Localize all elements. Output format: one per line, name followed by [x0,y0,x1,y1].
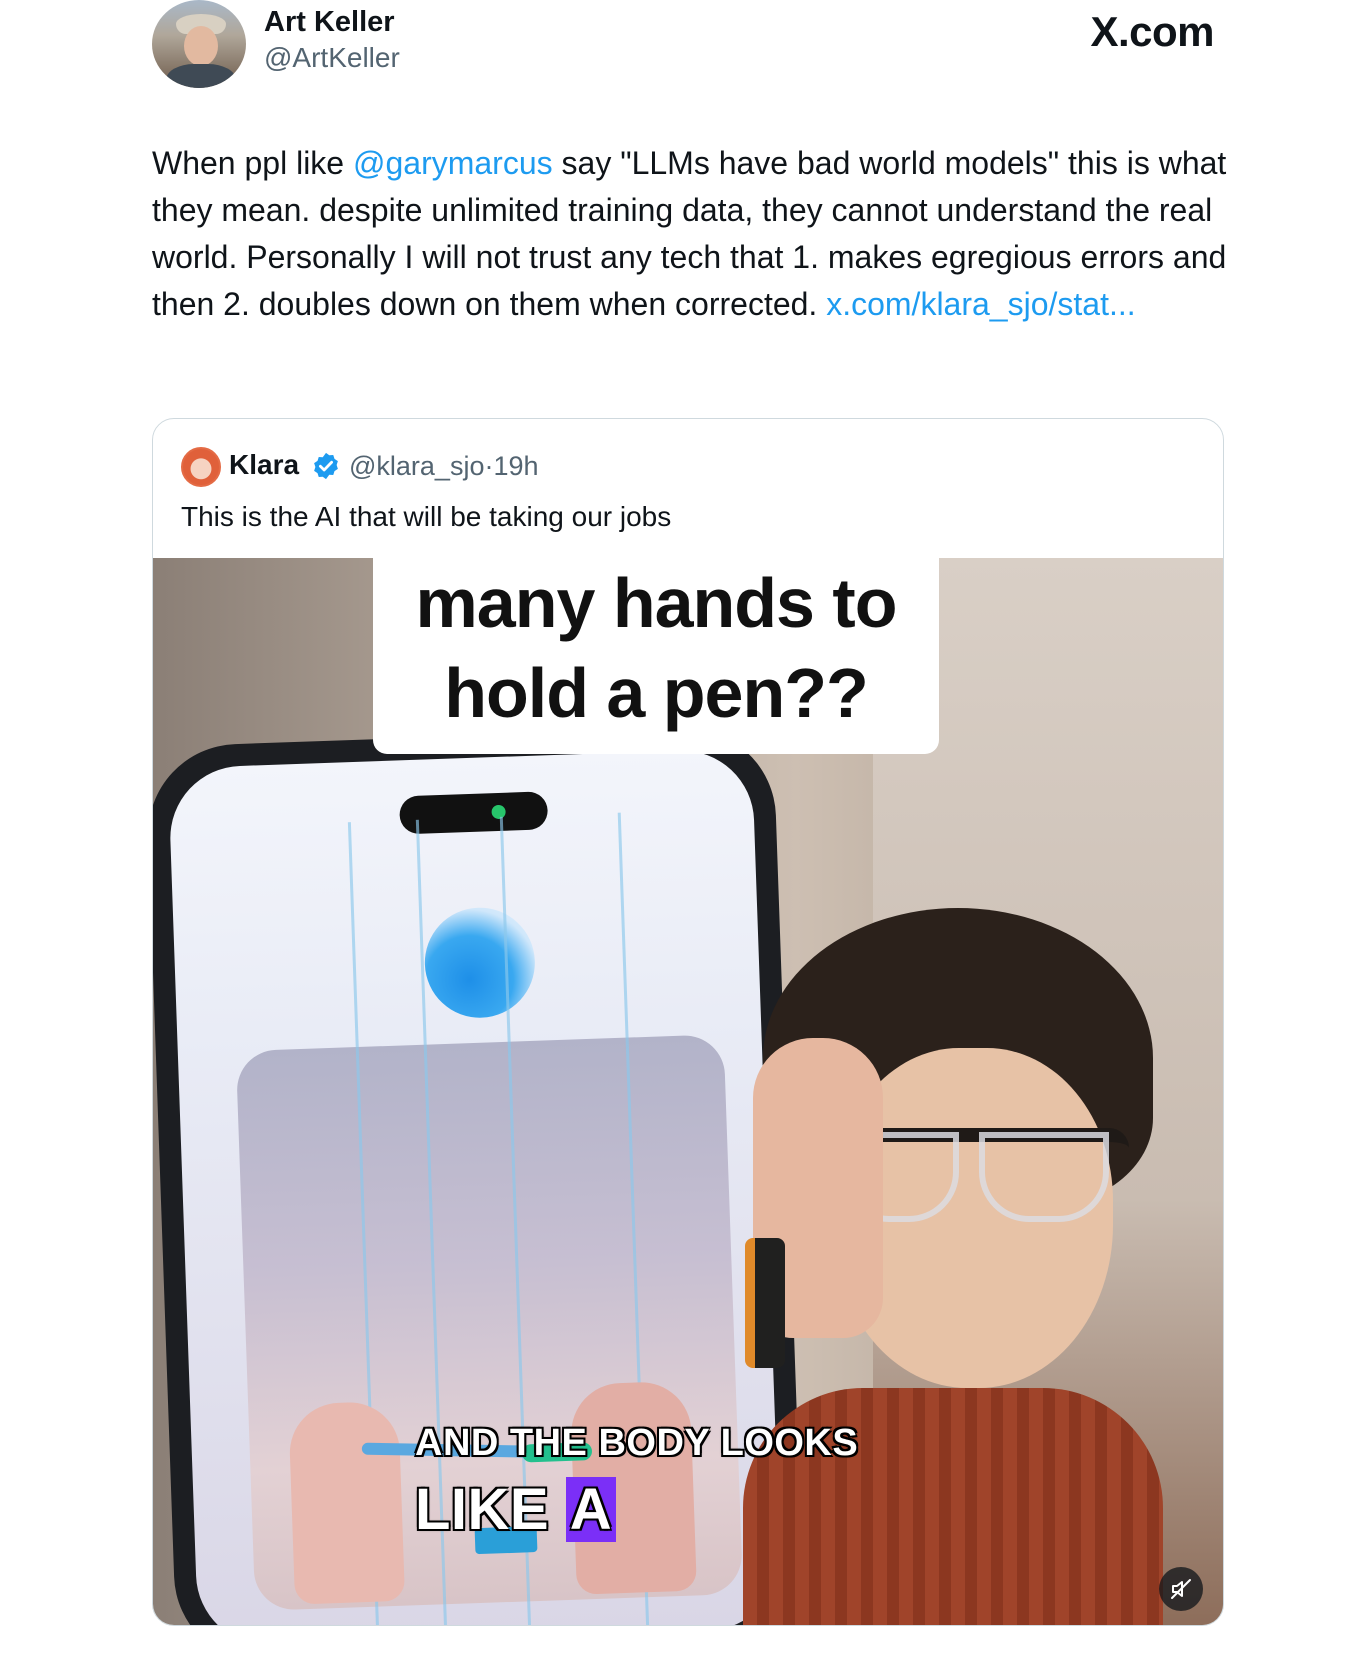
mention-link[interactable]: @garymarcus [353,145,553,181]
author-avatar[interactable] [152,0,246,88]
author-name[interactable]: Art Keller [264,6,395,39]
mute-button[interactable] [1159,1567,1203,1611]
generated-hand [288,1400,406,1605]
verified-badge-icon [314,452,338,480]
dynamic-island [399,791,549,835]
brand-logo: X.com [1090,8,1214,55]
quoted-tweet-link[interactable]: x.com/klara_sjo/stat... [826,286,1135,322]
avatar-shirt [166,64,236,88]
muted-speaker-icon [1171,1579,1191,1599]
ai-orb-icon [422,905,537,1020]
camera-dot [491,804,506,820]
video-subtitle: AND THE BODY LOOKS [415,1422,859,1464]
quoted-avatar[interactable] [181,447,221,487]
video-player[interactable]: many hands to hold a pen?? AND THE BODY … [153,558,1223,1625]
quoted-meta: @klara_sjo·19h [349,451,539,482]
quoted-author-handle[interactable]: @klara_sjo [349,451,484,481]
tweet-text: When ppl like @garymarcus say "LLMs have… [152,140,1232,328]
video-caption: many hands to hold a pen?? [373,558,939,754]
tweet: Art Keller @ArtKeller X.com When ppl lik… [0,0,1364,1669]
video-subtitle: LIKE A [415,1476,617,1543]
glasses-lens [979,1132,1109,1222]
quoted-text: This is the AI that will be taking our j… [181,501,672,532]
caption-line: many hands to [415,564,898,642]
avatar-face [184,26,218,66]
phone-grip [745,1238,785,1368]
subtitle-highlight: A [565,1477,617,1542]
subtitle-text: LIKE [415,1477,566,1542]
quoted-timestamp[interactable]: 19h [493,451,538,481]
quoted-tweet[interactable]: Klara @klara_sjo·19h This is the AI that… [152,418,1224,1626]
caption-line: hold a pen?? [444,654,869,732]
quoted-author-name[interactable]: Klara [229,449,299,481]
author-handle[interactable]: @ArtKeller [264,42,400,74]
tweet-text-part: When ppl like [152,145,353,181]
